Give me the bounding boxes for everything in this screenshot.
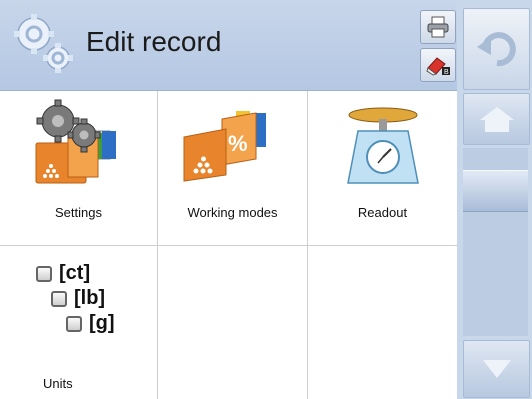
home-icon: [479, 107, 514, 132]
eraser-icon: B: [426, 57, 450, 76]
print-button[interactable]: [420, 10, 456, 44]
unit-checkbox-icon: [36, 265, 52, 282]
tile-working-modes[interactable]: % Working modes: [158, 91, 307, 245]
tile-label: Working modes: [187, 205, 278, 220]
back-button[interactable]: [463, 8, 530, 90]
unit-label: [ct]: [59, 262, 91, 284]
scroll-down-button[interactable]: [463, 340, 530, 398]
gears-logo-icon: [14, 14, 73, 73]
menu-grid: Settings % Working modes Readout [ct] [l…: [0, 91, 457, 399]
home-button[interactable]: [463, 93, 530, 145]
undo-arrow-icon: [476, 32, 516, 67]
clear-button[interactable]: B: [420, 48, 456, 82]
page-title: Edit record: [86, 26, 222, 57]
unit-label: [g]: [89, 312, 115, 334]
scrollbar[interactable]: [463, 148, 528, 336]
unit-item: [g]: [66, 312, 115, 335]
tile-empty: [158, 246, 307, 399]
unit-checkbox-icon: [51, 290, 67, 307]
tile-readout[interactable]: Readout: [308, 91, 457, 245]
unit-label: [lb]: [74, 287, 106, 309]
tile-empty: [308, 246, 457, 399]
arrow-down-icon: [482, 360, 511, 378]
settings-gears-icon: [35, 99, 116, 184]
sidebar: [457, 0, 532, 399]
unit-item: [ct]: [36, 262, 90, 285]
title-bar: Edit record B: [0, 0, 457, 91]
tile-units[interactable]: [ct] [lb] [g] Units: [0, 246, 157, 399]
svg-text:%: %: [228, 131, 248, 156]
scale-readout-icon: [347, 107, 419, 184]
unit-item: [lb]: [51, 287, 105, 310]
scrollbar-thumb[interactable]: [463, 170, 528, 212]
tile-label: Readout: [357, 205, 408, 220]
working-modes-icon: %: [183, 111, 266, 182]
tile-settings[interactable]: Settings: [0, 91, 157, 245]
tile-label: Units: [43, 376, 73, 391]
unit-checkbox-icon: [66, 315, 82, 332]
svg-text:B: B: [444, 69, 449, 76]
tile-label: Settings: [55, 205, 102, 220]
printer-icon: [427, 16, 449, 38]
